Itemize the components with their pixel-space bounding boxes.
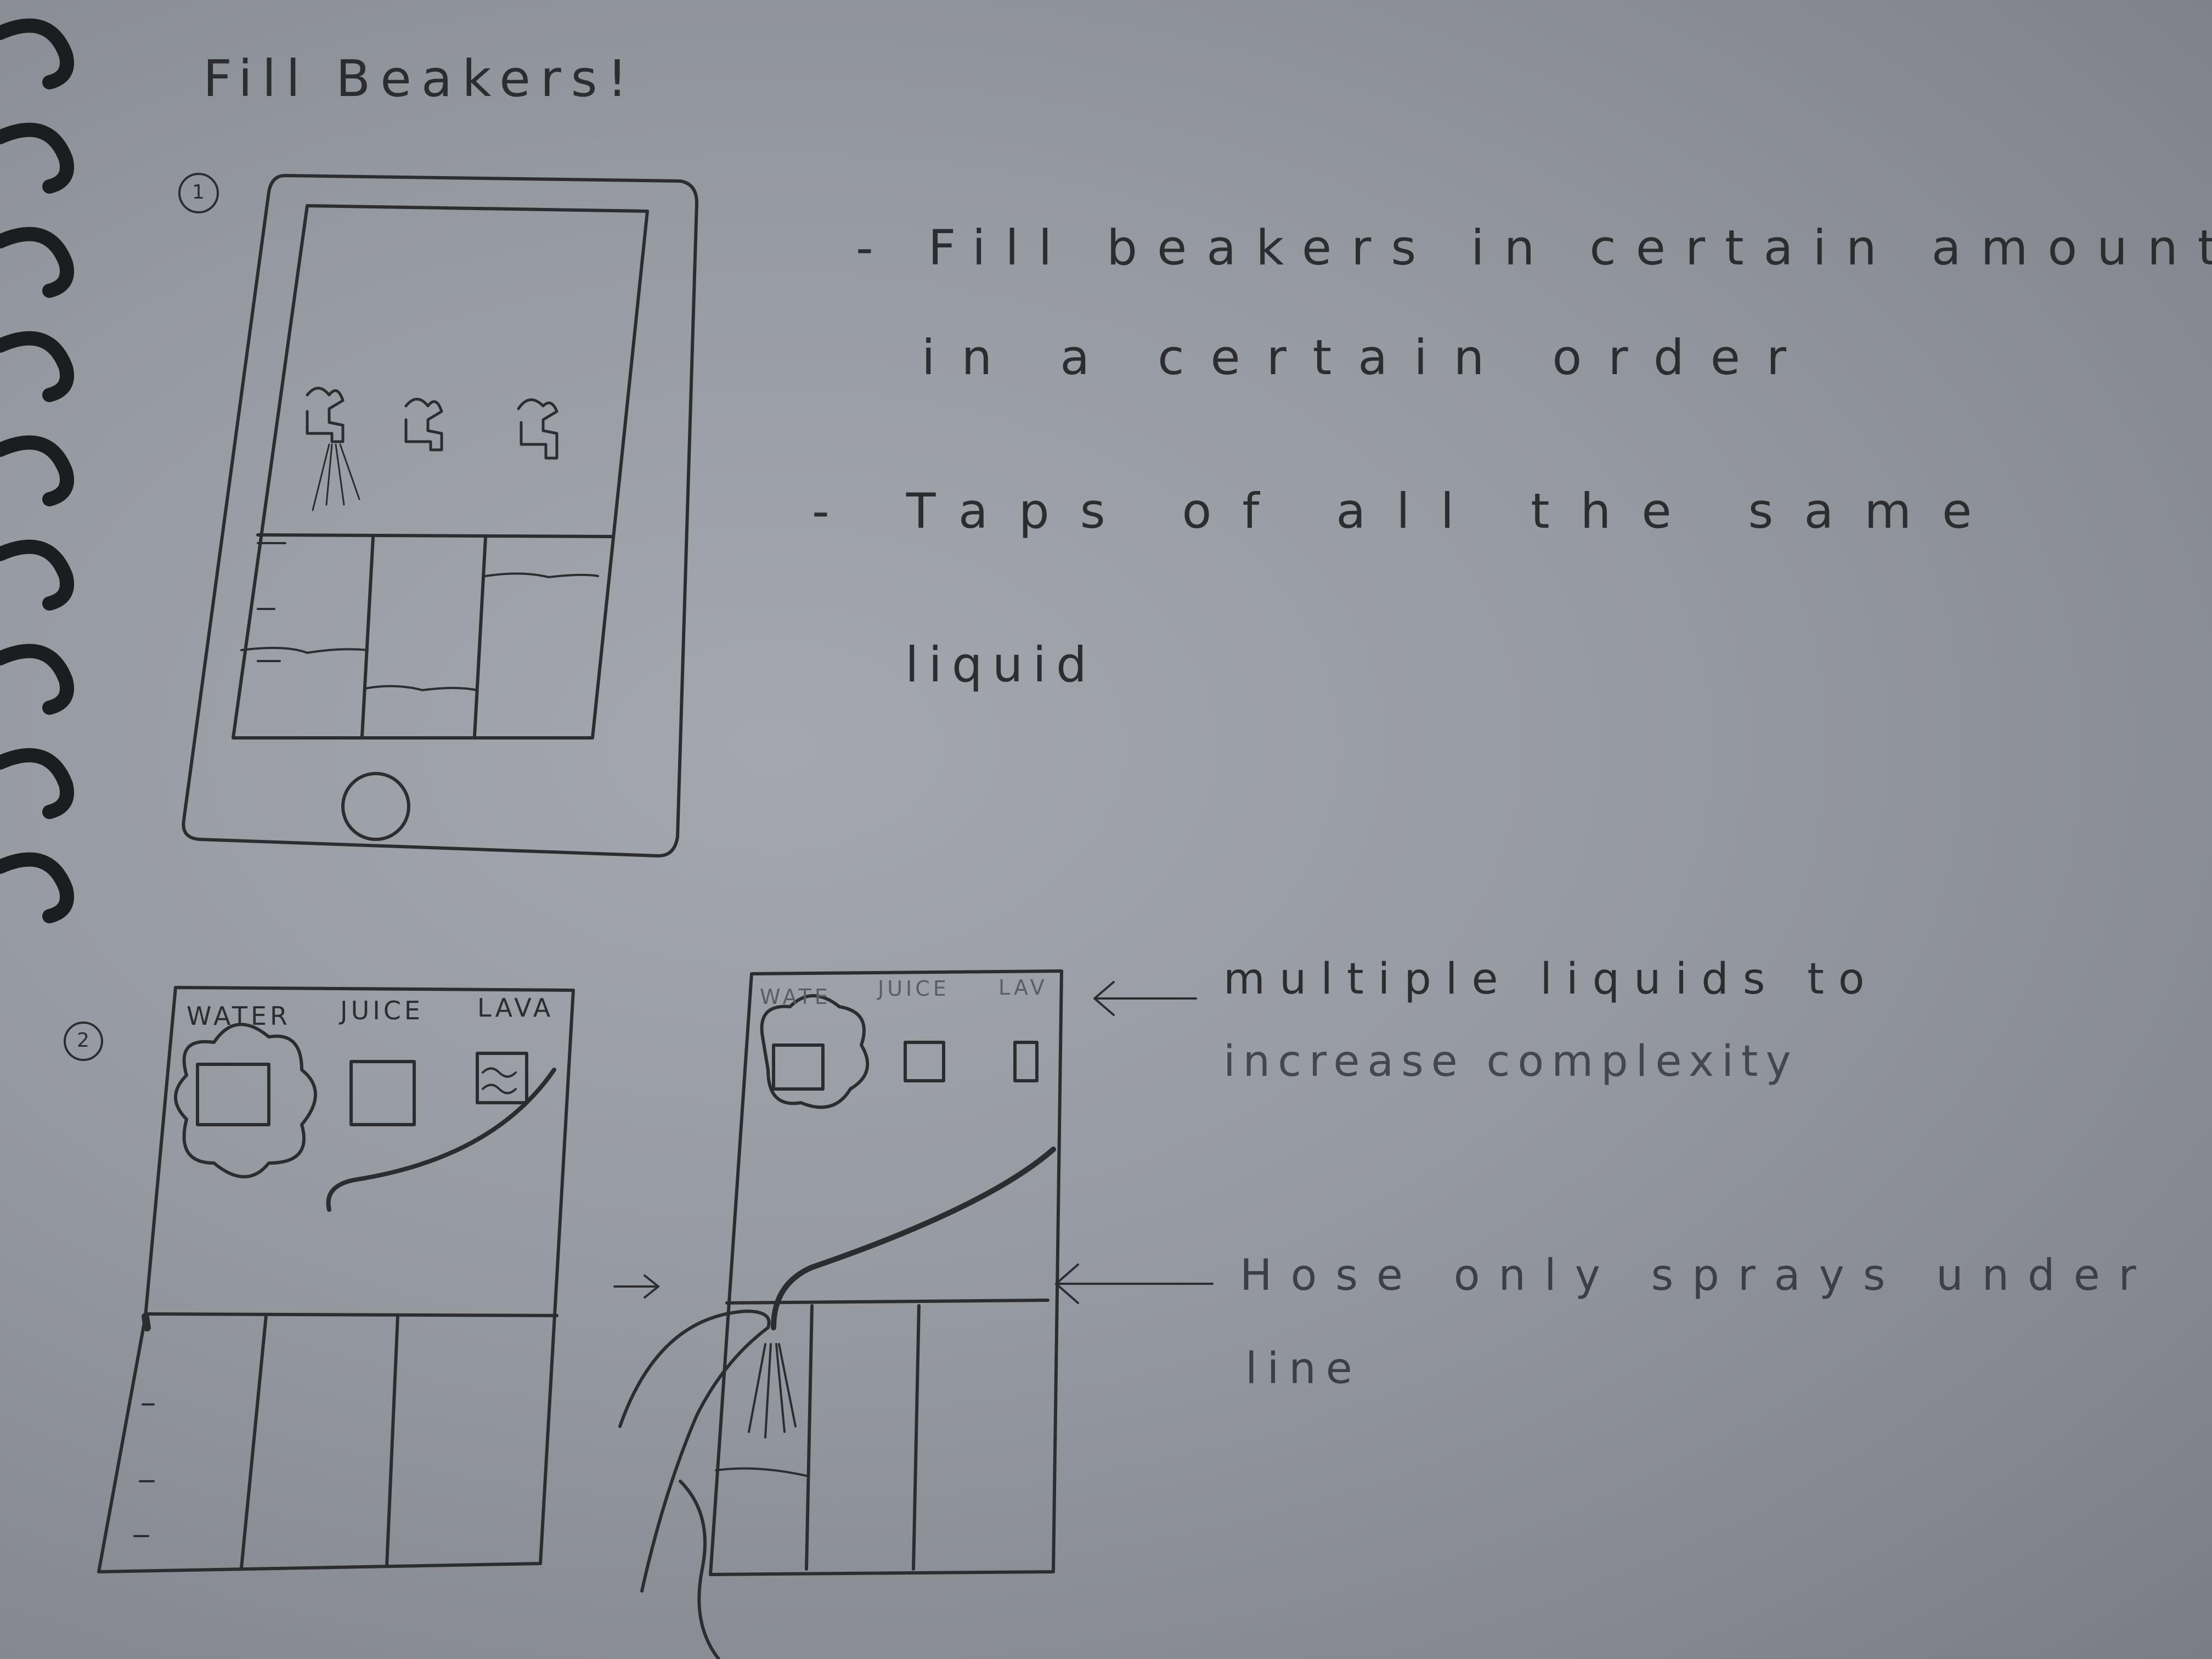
tab-lava-small[interactable]: LAV [998,975,1048,1000]
tab-water-small[interactable]: WATE [760,985,831,1009]
note-liquids-2: increase complexity [1223,1037,1799,1086]
phone-sketch [178,173,698,857]
note-line-4: liquid [905,636,1097,693]
tab-lava[interactable]: LAVA [477,993,554,1023]
note-line-1: - Fill beakers in certain amounts [856,219,2212,276]
note-liquids-1: multiple liquids to [1223,955,1879,1004]
phone-screen-sketch-a [64,986,575,1573]
note-line-3: - Taps of all the same [812,483,2003,539]
tap-icon [306,387,360,511]
home-button-icon [341,772,410,841]
juice-swatch-icon [349,1060,416,1126]
note-hose-1: Hose only sprays under [1240,1251,2155,1300]
tap-icon [517,398,558,460]
lava-swatch-icon [476,1052,528,1104]
sketch1-number: 1 [192,181,205,204]
sketch2-number: 2 [77,1029,89,1052]
tab-water[interactable]: WATER [187,1001,291,1031]
phone-screen-sketch-b [613,969,1214,1659]
hose-icon [326,1068,556,1212]
note-line-2: in a certain order [922,329,1813,386]
tab-juice-small[interactable]: JUICE [878,977,950,1001]
tap-icon [404,398,443,452]
note-hose-2: line [1245,1344,1362,1393]
page-title: Fill Beakers! [203,49,637,108]
tab-juice[interactable]: JUICE [340,996,424,1025]
